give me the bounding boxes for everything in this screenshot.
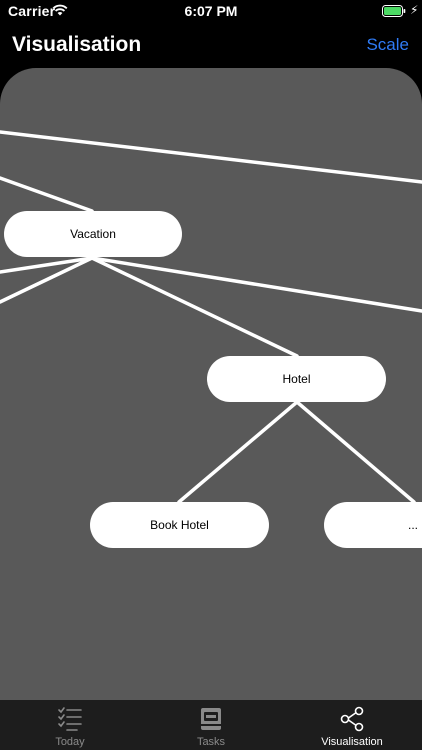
charging-icon: ⚡: [410, 3, 419, 17]
edge-vacation-right: [90, 256, 422, 313]
tab-tasks-label: Tasks: [196, 736, 226, 748]
battery-icon: [382, 5, 406, 17]
page-title: Visualisation: [12, 33, 142, 56]
node-vacation[interactable]: Vacation: [4, 211, 182, 257]
tab-bar: Today Tasks Visualisation: [0, 700, 422, 750]
edge-hotel-book-hotel: [177, 400, 299, 504]
node-hotel[interactable]: Hotel: [207, 356, 386, 402]
tab-today-label: Today: [55, 736, 85, 748]
checklist-icon: [58, 707, 82, 731]
tab-tasks[interactable]: Tasks: [141, 700, 281, 750]
edge-hotel-more: [295, 400, 416, 504]
tab-visualisation-label: Visualisation: [321, 736, 383, 748]
status-time: 6:07 PM: [184, 3, 238, 19]
edge-offscreen-long: [0, 130, 422, 184]
tab-today[interactable]: Today: [0, 700, 140, 750]
edge-root-vacation: [0, 176, 94, 213]
node-more[interactable]: ...: [324, 502, 422, 548]
node-book-hotel[interactable]: Book Hotel: [90, 502, 269, 548]
tab-visualisation[interactable]: Visualisation: [282, 700, 422, 750]
graph-canvas[interactable]: Vacation Hotel Book Hotel ...: [0, 68, 422, 700]
status-bar: Carrier 6:07 PM ⚡: [0, 0, 422, 24]
scale-button[interactable]: Scale: [366, 35, 409, 55]
share-graph-icon: [340, 706, 364, 732]
inbox-tray-icon: [201, 708, 221, 730]
